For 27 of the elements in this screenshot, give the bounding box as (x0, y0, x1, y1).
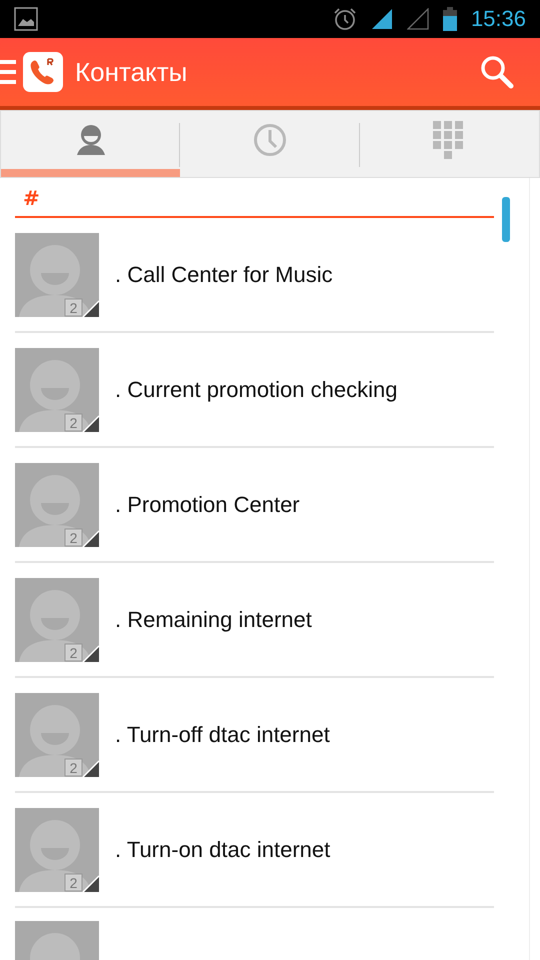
avatar-icon: 2 (15, 692, 99, 776)
battery-icon (442, 7, 457, 31)
dialpad-icon (433, 121, 466, 159)
avatar-icon: 2 (15, 462, 99, 546)
image-icon (14, 7, 38, 31)
phone-logo-icon (23, 52, 63, 92)
signal-icon (370, 8, 393, 30)
avatar-icon: 2 (15, 578, 99, 662)
clock-time: 15:36 (470, 6, 526, 32)
contact-name[interactable]: . Turn-on dtac internet (115, 836, 330, 862)
avatar-icon: 2 (15, 808, 99, 892)
contact-name[interactable]: . Remaining internet (115, 606, 312, 632)
alarm-icon (332, 7, 357, 31)
menu-icon[interactable] (0, 59, 16, 85)
contact-name[interactable]: . Turn-off dtac internet (115, 722, 330, 748)
contact-name[interactable]: . Promotion Center (115, 492, 300, 518)
person-icon (76, 124, 106, 156)
avatar-icon: 2 (15, 232, 99, 316)
contact-name[interactable]: . Call Center for Music (115, 262, 333, 288)
section-header: # (15, 186, 494, 218)
clock-icon (252, 123, 287, 157)
app-title: Контакты (75, 56, 188, 88)
search-icon[interactable] (480, 55, 514, 89)
scrollbar-thumb[interactable] (502, 197, 510, 242)
no-signal-icon (406, 8, 429, 30)
contact-name[interactable]: . Current promotion checking (115, 376, 398, 402)
avatar-icon: 2 (15, 348, 99, 432)
